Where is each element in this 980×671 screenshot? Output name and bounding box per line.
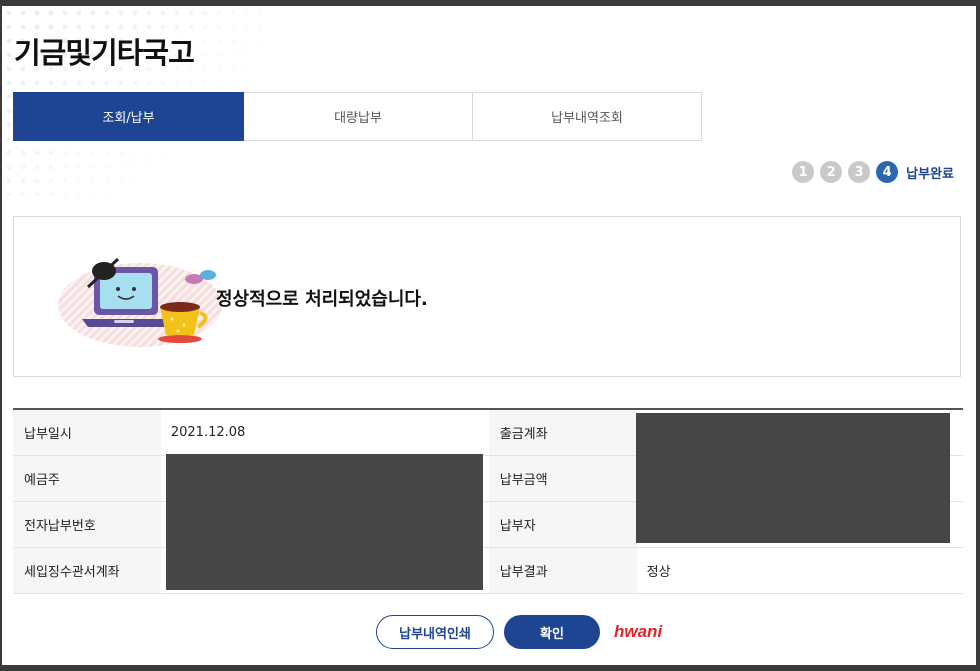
completion-message: 정상적으로 처리되었습니다. (216, 289, 428, 310)
redacted-block (636, 413, 950, 543)
label-account-holder: 예금주 (13, 455, 161, 502)
page-title: 기금및기타국고 (14, 36, 195, 70)
tab-bulk-payment[interactable]: 대량납부 (244, 92, 473, 141)
label-payment-amount: 납부금액 (488, 455, 637, 502)
step-2: 2 (820, 161, 843, 183)
redacted-block (166, 454, 483, 590)
tab-inquiry-payment[interactable]: 조회/납부 (13, 92, 244, 141)
completion-message-box: 정상적으로 처리되었습니다. (13, 216, 961, 377)
tab-bar: 조회/납부 대량납부 납부내역조회 (13, 92, 702, 141)
step-4: 4 (876, 161, 899, 183)
step-3: 3 (848, 161, 871, 183)
main-window: 기금및기타국고 조회/납부 대량납부 납부내역조회 1 2 3 4 납부완료 정… (2, 6, 976, 665)
value-payment-datetime: 2021.12.08 (160, 409, 489, 456)
step-current-label: 납부완료 (906, 166, 954, 182)
label-payer: 납부자 (488, 501, 637, 548)
label-e-payment-number: 전자납부번호 (13, 501, 161, 548)
brand-logo: hwani (614, 622, 663, 641)
value-payment-result: 정상 (636, 547, 963, 594)
step-indicator: 1 2 3 4 납부완료 (792, 161, 954, 183)
label-payment-datetime: 납부일시 (13, 409, 161, 456)
label-withdrawal-account: 출금계좌 (488, 409, 637, 456)
table-row: 세입징수관서계좌 납부결과 정상 (13, 547, 963, 594)
action-bar: 납부내역인쇄 확인 hwani (376, 615, 662, 649)
label-payment-result: 납부결과 (488, 547, 637, 594)
step-1: 1 (792, 161, 815, 183)
label-revenue-office-account: 세입징수관서계좌 (13, 547, 161, 594)
print-history-button[interactable]: 납부내역인쇄 (376, 615, 494, 649)
laptop-coffee-illustration-icon (58, 257, 222, 347)
confirm-button[interactable]: 확인 (504, 615, 600, 649)
tab-payment-history[interactable]: 납부내역조회 (473, 92, 702, 141)
